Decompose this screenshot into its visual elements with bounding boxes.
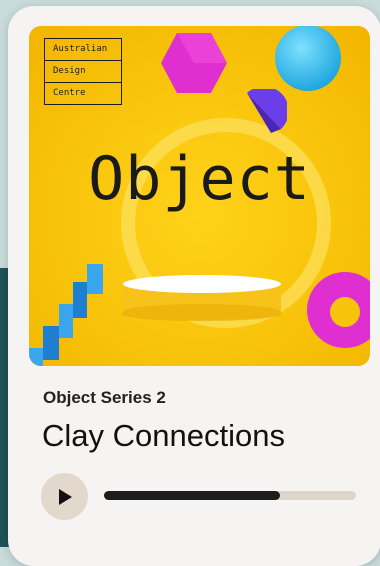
progress-track[interactable] xyxy=(104,491,356,500)
staircase-shape xyxy=(29,264,103,366)
brand-line: Centre xyxy=(53,88,86,98)
brand-line: Australian xyxy=(45,39,121,61)
half-disc-shape xyxy=(247,89,287,133)
cover-artwork: Australian Design Centre Object xyxy=(29,26,370,366)
podcast-card: Australian Design Centre Object Object S… xyxy=(8,6,380,566)
play-icon xyxy=(59,489,72,505)
sphere-shape xyxy=(275,26,341,91)
progress-fill xyxy=(104,491,281,500)
play-button[interactable] xyxy=(41,473,88,520)
series-label: Object Series 2 xyxy=(43,388,166,407)
brand-logo: Australian Design Centre xyxy=(44,38,122,105)
brand-line: Design xyxy=(45,61,121,83)
podium-shape xyxy=(122,275,282,321)
torus-shape xyxy=(307,272,370,348)
episode-title: Clay Connections xyxy=(42,418,285,453)
hexagon-shape xyxy=(161,33,227,93)
artwork-title: Object xyxy=(88,144,311,214)
